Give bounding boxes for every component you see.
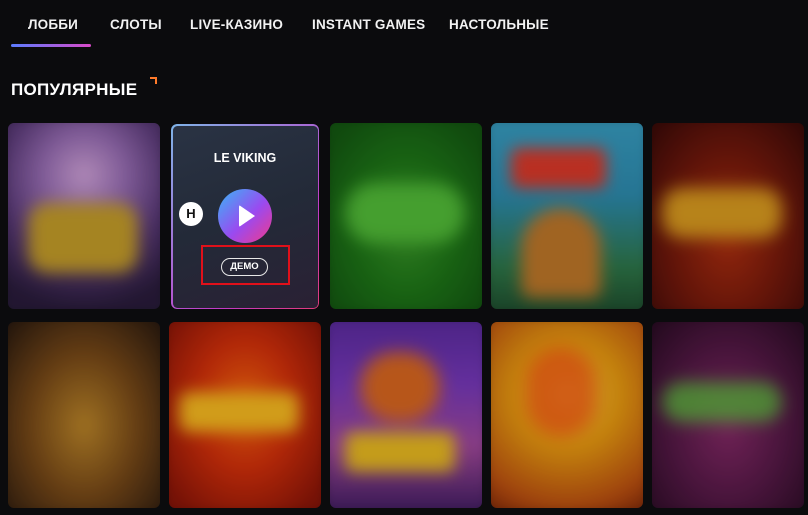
game-tile[interactable] (491, 322, 643, 508)
game-tile-hovered[interactable]: LE VIKING H ДЕМО (171, 124, 319, 309)
play-button[interactable] (218, 189, 272, 243)
game-tile[interactable] (652, 322, 804, 508)
active-tab-indicator (11, 44, 91, 47)
section-title: ПОПУЛЯРНЫЕ (11, 80, 138, 99)
tab-live-casino[interactable]: LIVE-КАЗИНО (190, 17, 283, 32)
game-tile[interactable] (652, 123, 804, 309)
game-tile[interactable] (491, 123, 643, 309)
tab-lobby[interactable]: ЛОББИ (28, 17, 78, 32)
game-tile[interactable] (8, 322, 160, 508)
game-title: LE VIKING (213, 151, 277, 165)
game-tile[interactable] (8, 123, 160, 309)
top-nav: ЛОББИ СЛОТЫ LIVE-КАЗИНО INSTANT GAMES НА… (0, 0, 808, 50)
game-tile[interactable] (169, 322, 321, 508)
provider-logo-icon: H (179, 202, 203, 226)
tab-slots[interactable]: СЛОТЫ (110, 17, 162, 32)
tab-table-games[interactable]: НАСТОЛЬНЫЕ (449, 17, 549, 32)
tab-instant-games[interactable]: INSTANT GAMES (312, 17, 425, 32)
demo-button[interactable]: ДЕМО (221, 258, 268, 276)
game-tile[interactable] (330, 322, 482, 508)
game-tile[interactable] (330, 123, 482, 309)
corner-decoration-icon (150, 77, 157, 84)
